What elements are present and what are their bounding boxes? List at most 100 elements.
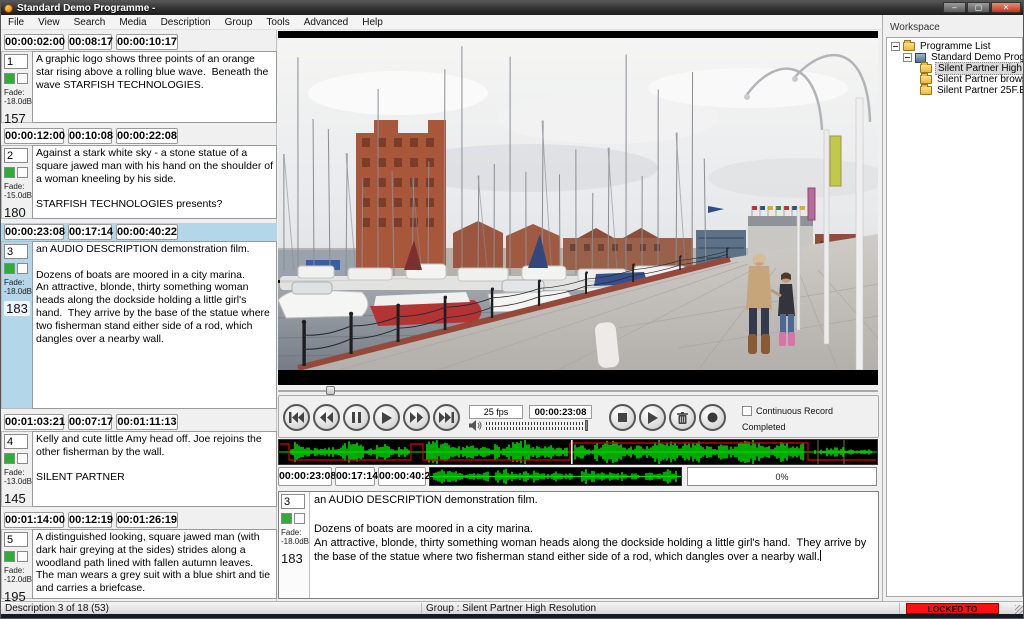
- status-indicator: [17, 263, 28, 274]
- skip-end-button[interactable]: [433, 404, 460, 431]
- menu-group[interactable]: Group: [225, 17, 253, 28]
- tree-item-programme-list[interactable]: Programme List: [887, 41, 1022, 52]
- description-entry[interactable]: 00:00:12:00 00:10:08 00:00:22:08 2 Fade:…: [1, 127, 277, 145]
- timecode-out-field[interactable]: 00:00:40:22: [116, 224, 178, 240]
- menu-help[interactable]: Help: [362, 17, 383, 28]
- timecode-out-field[interactable]: 00:00:10:17: [116, 34, 178, 50]
- description-entry[interactable]: 00:01:03:21 00:07:17 00:01:11:13 4 Fade:…: [1, 413, 277, 431]
- fade-label: Fade:: [4, 88, 31, 97]
- collapse-icon[interactable]: [903, 53, 912, 62]
- record-progress-bar: 0%: [687, 467, 877, 486]
- description-entry[interactable]: 00:01:14:00 00:12:19 00:01:26:19 5 Fade:…: [1, 511, 277, 529]
- cue-duration-field[interactable]: 00:17:14: [335, 467, 375, 486]
- maximize-button[interactable]: ▢: [967, 2, 990, 13]
- timecode-duration-field[interactable]: 00:07:17: [68, 414, 112, 430]
- title-bar[interactable]: Standard Demo Programme - – ▢ ✕: [1, 1, 1023, 15]
- entry-sidebar: 5 Fade: -12.0dB 195: [1, 529, 32, 599]
- description-position-status: Description 3 of 18 (53): [5, 603, 109, 614]
- current-timecode-field[interactable]: 00:00:23:08: [529, 405, 592, 419]
- stop-record-button[interactable]: [609, 404, 636, 431]
- video-seek-thumb[interactable]: [326, 386, 335, 395]
- group-status: Group : Silent Partner High Resolution: [426, 603, 596, 614]
- close-button[interactable]: ✕: [991, 2, 1021, 13]
- menu-file[interactable]: File: [8, 17, 24, 28]
- menu-view[interactable]: View: [38, 17, 60, 28]
- description-waveform[interactable]: [429, 467, 682, 486]
- volume-slider-thumb[interactable]: [585, 420, 588, 431]
- record-button[interactable]: [699, 404, 726, 431]
- entry-sidebar: 1 Fade: -18.0dB 157: [1, 51, 32, 123]
- fade-label: Fade:: [4, 468, 31, 477]
- play-button[interactable]: [373, 404, 400, 431]
- menu-media[interactable]: Media: [119, 17, 146, 28]
- menu-search[interactable]: Search: [74, 17, 106, 28]
- description-text[interactable]: Against a stark white sky - a stone stat…: [32, 145, 277, 219]
- volume-slider[interactable]: [486, 422, 586, 432]
- fast-forward-button[interactable]: [403, 404, 430, 431]
- timecode-duration-field[interactable]: 00:10:08: [68, 128, 112, 144]
- timecode-out-field[interactable]: 00:01:26:19: [116, 512, 178, 528]
- fade-envelope: [280, 443, 876, 460]
- timecode-in-field[interactable]: 00:00:02:00: [4, 34, 64, 50]
- menu-advanced[interactable]: Advanced: [304, 17, 348, 28]
- pause-button[interactable]: [343, 404, 370, 431]
- resize-grip[interactable]: [1015, 605, 1024, 614]
- timecode-in-field[interactable]: 00:00:23:08: [4, 224, 64, 240]
- entry-number-field[interactable]: 3: [4, 244, 28, 259]
- play-record-button[interactable]: [639, 404, 666, 431]
- timecode-in-field[interactable]: 00:00:12:00: [4, 128, 64, 144]
- folder-icon: [903, 42, 915, 51]
- fade-value: -18.0dB: [4, 287, 31, 296]
- description-text[interactable]: A distinguished looking, square jawed ma…: [32, 529, 277, 599]
- description-entry[interactable]: 00:00:02:00 00:08:17 00:00:10:17 1 Fade:…: [1, 33, 277, 51]
- minimize-button[interactable]: –: [943, 2, 966, 13]
- timecode-out-field[interactable]: 00:01:11:13: [116, 414, 178, 430]
- timecode-in-field[interactable]: 00:01:03:21: [4, 414, 64, 430]
- skip-start-button[interactable]: [283, 404, 310, 431]
- status-indicator: [17, 167, 28, 178]
- playhead-cursor: [571, 440, 573, 464]
- fade-value: -18.0dB: [281, 537, 308, 546]
- description-text[interactable]: A graphic logo shows three points of an …: [32, 51, 277, 123]
- editor-text-area[interactable]: an AUDIO DESCRIPTION demonstration film.…: [310, 492, 878, 598]
- editor-number-field[interactable]: 3: [281, 494, 305, 509]
- character-count: 157: [4, 111, 31, 126]
- timecode-duration-field[interactable]: 00:17:14: [68, 224, 112, 240]
- recorded-indicator: [281, 513, 292, 524]
- collapse-icon[interactable]: [891, 42, 900, 51]
- entry-number-field[interactable]: 2: [4, 148, 28, 163]
- cue-in-field[interactable]: 00:00:23:08: [278, 467, 332, 486]
- editor-text: an AUDIO DESCRIPTION demonstration film.…: [314, 494, 869, 563]
- timecode-duration-field[interactable]: 00:08:17: [68, 34, 112, 50]
- entry-number-field[interactable]: 5: [4, 532, 28, 547]
- rewind-button[interactable]: [313, 404, 340, 431]
- programme-waveform[interactable]: [278, 439, 878, 465]
- character-count: 145: [4, 491, 31, 506]
- menu-tools[interactable]: Tools: [266, 17, 289, 28]
- continuous-record-checkbox[interactable]: [742, 406, 752, 416]
- locked-to-timecode-indicator: LOCKED TO TIMECODE: [906, 603, 999, 614]
- tree-item-silent-partner-25f-esf[interactable]: Silent Partner 25F.ESF: [887, 85, 1022, 96]
- description-text[interactable]: Kelly and cute little Amy head off. Joe …: [32, 431, 277, 507]
- timecode-in-field[interactable]: 00:01:14:00: [4, 512, 64, 528]
- video-seek-track[interactable]: [278, 390, 878, 392]
- description-entry-selected[interactable]: 00:00:23:08 00:17:14 00:00:40:22 3 Fade:…: [1, 223, 277, 241]
- description-text[interactable]: an AUDIO DESCRIPTION demonstration film.…: [32, 241, 277, 409]
- timecode-duration-field[interactable]: 00:12:19: [68, 512, 112, 528]
- cue-out-field[interactable]: 00:00:40:22: [378, 467, 426, 486]
- delete-recording-button[interactable]: [669, 404, 696, 431]
- entry-number-field[interactable]: 4: [4, 434, 28, 449]
- fade-value: -15.0dB: [4, 191, 31, 200]
- character-count: 183: [4, 301, 30, 316]
- fade-value: -18.0dB: [4, 97, 31, 106]
- entry-number-field[interactable]: 1: [4, 54, 28, 69]
- timecode-out-field[interactable]: 00:00:22:08: [116, 128, 178, 144]
- fps-field[interactable]: 25 fps: [469, 405, 523, 419]
- status-indicator: [294, 513, 305, 524]
- menu-description[interactable]: Description: [161, 17, 211, 28]
- workspace-tree: Programme List Standard Demo Programme S…: [886, 37, 1023, 597]
- workspace-title: Workspace: [883, 15, 1024, 36]
- tree-item-silent-partner-high-resolution[interactable]: Silent Partner High Resolution: [887, 63, 1022, 74]
- tree-item-silent-partner-browse-media[interactable]: Silent Partner browse Media: [887, 74, 1022, 85]
- fade-label: Fade:: [4, 182, 31, 191]
